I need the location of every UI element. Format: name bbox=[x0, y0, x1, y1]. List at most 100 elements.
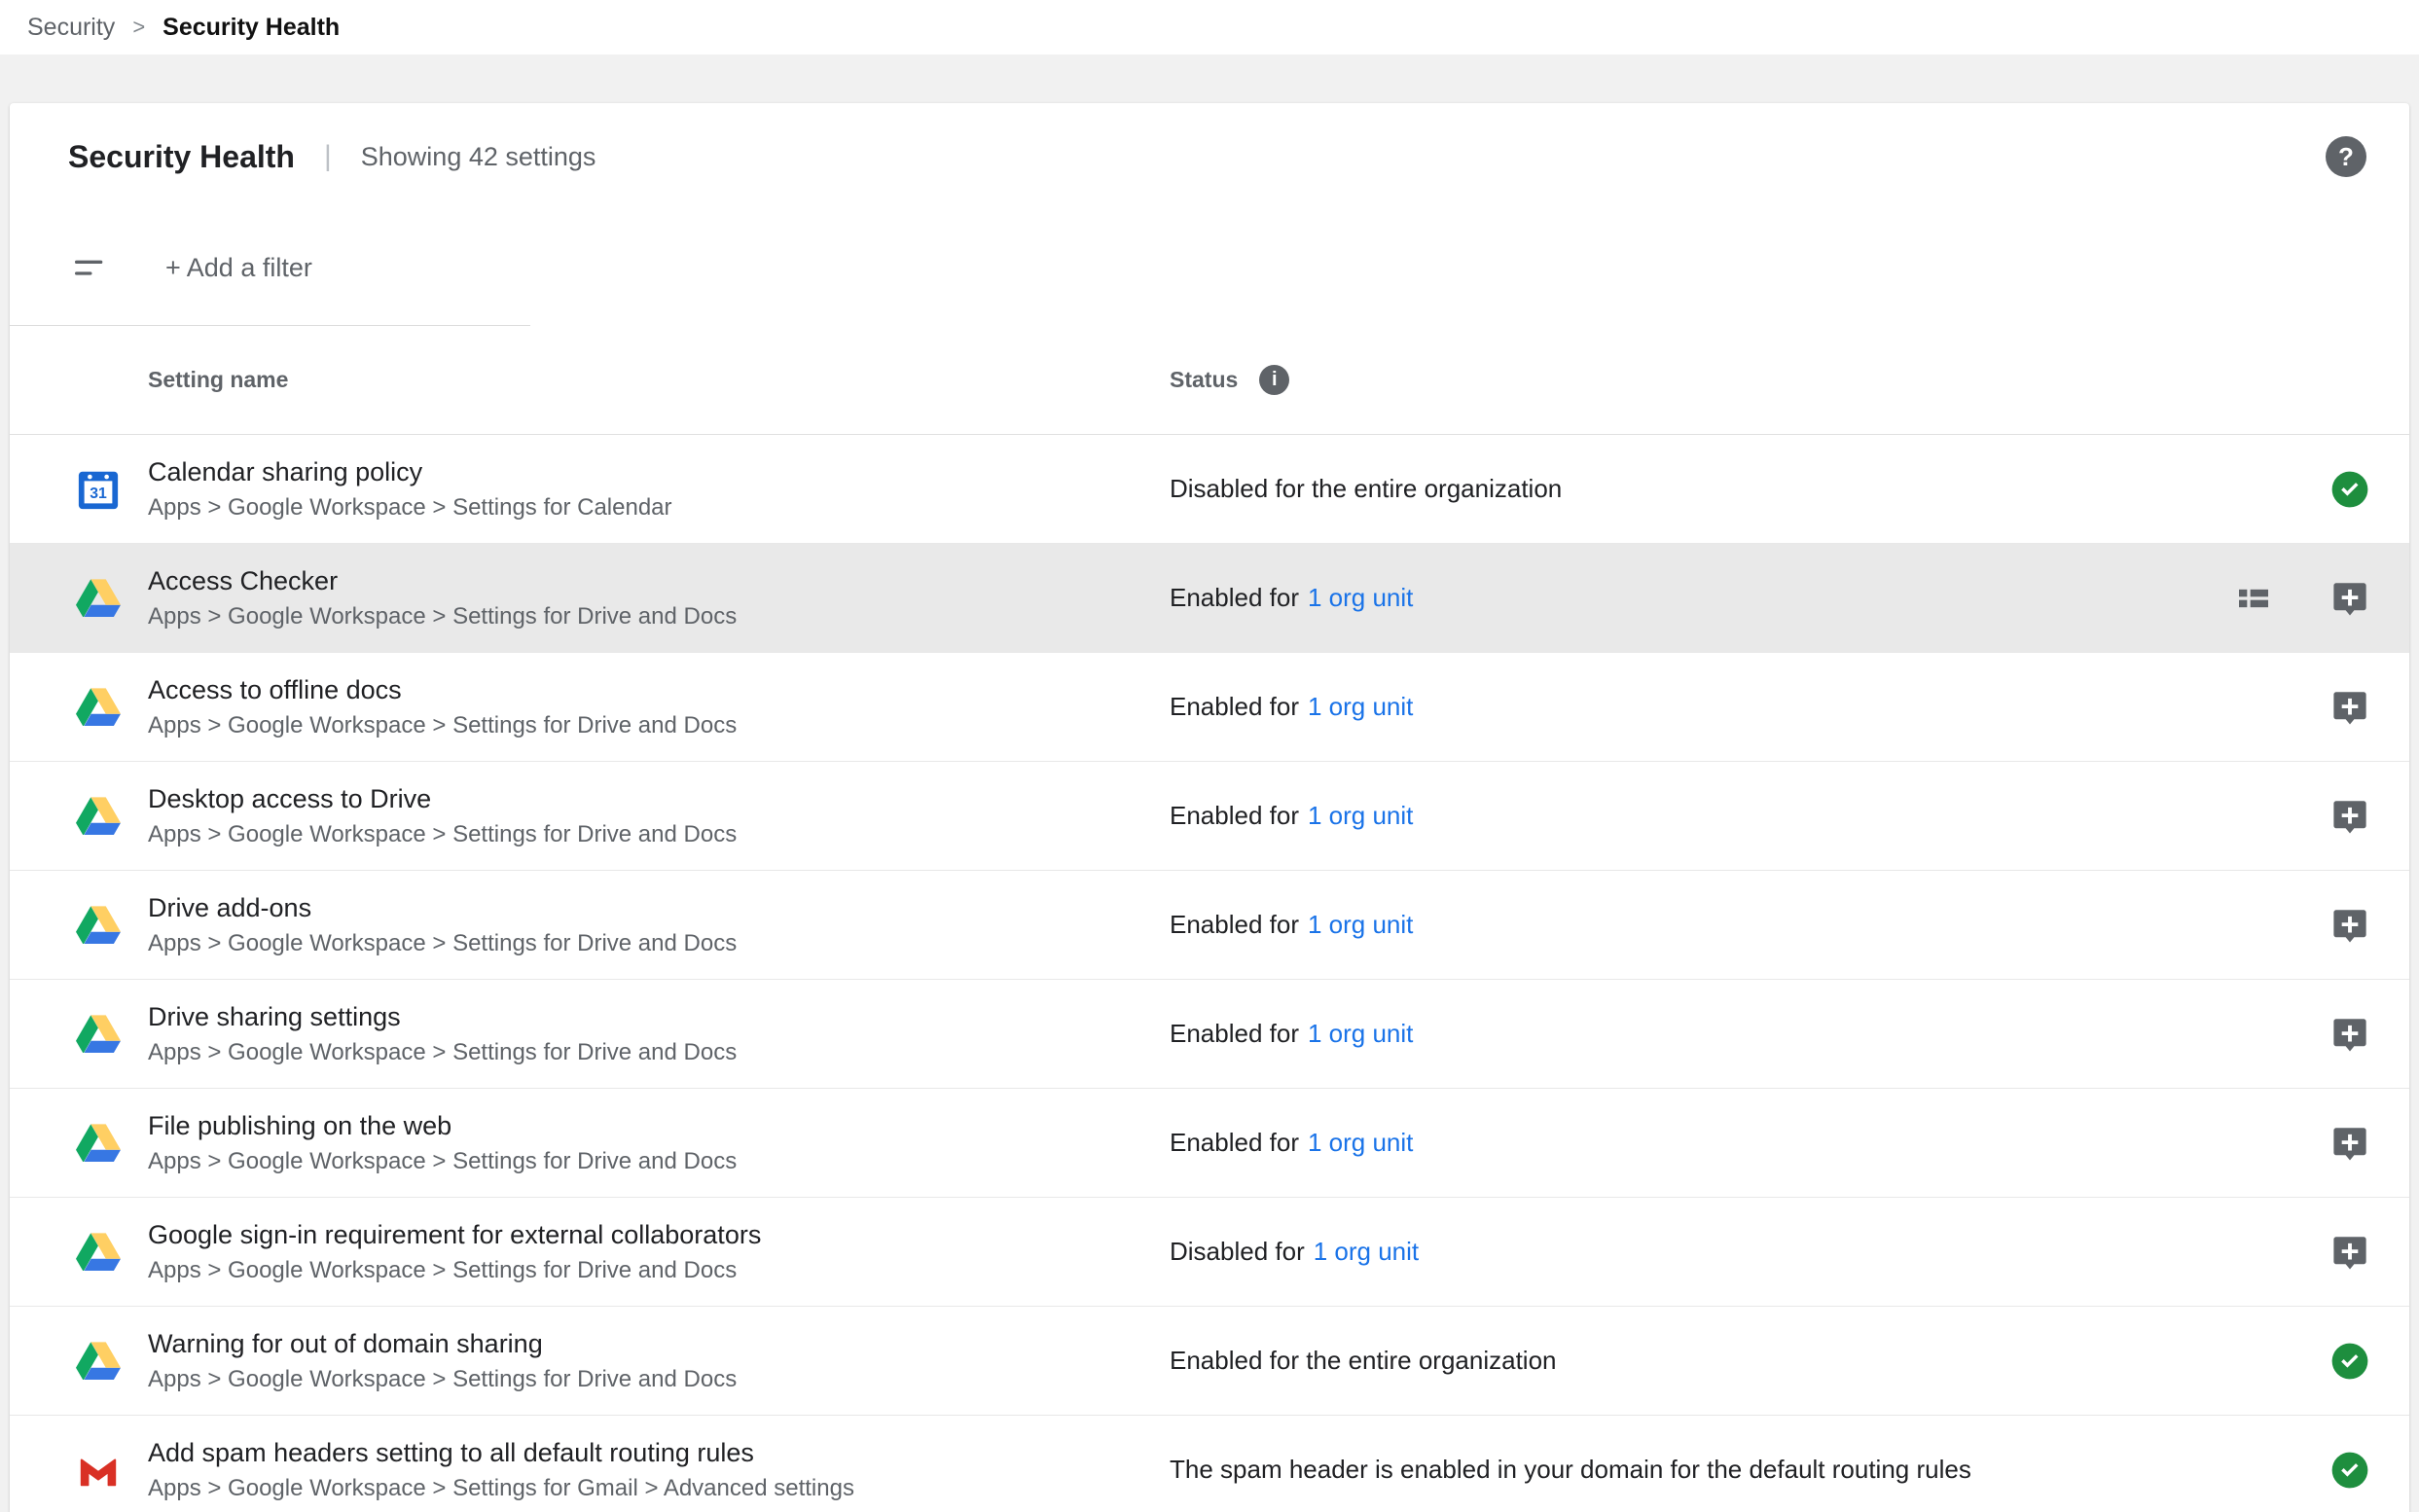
policy-details-icon bbox=[2234, 1015, 2273, 1054]
setting-path: Apps > Google Workspace > Settings for D… bbox=[148, 821, 737, 848]
column-status: Status i bbox=[1170, 365, 1289, 395]
settings-count: Showing 42 settings bbox=[361, 142, 596, 172]
setting-name[interactable]: Google sign-in requirement for external … bbox=[148, 1220, 761, 1250]
policy-details-icon bbox=[2234, 470, 2273, 509]
policy-details-icon bbox=[2234, 1451, 2273, 1490]
setting-path: Apps > Google Workspace > Settings for D… bbox=[148, 603, 737, 630]
status-cell: The spam header is enabled in your domai… bbox=[1170, 1455, 2234, 1485]
setting-name[interactable]: Access Checker bbox=[148, 566, 737, 596]
setting-path: Apps > Google Workspace > Settings for D… bbox=[148, 1039, 737, 1066]
table-row[interactable]: Warning for out of domain sharing Apps >… bbox=[10, 1307, 2409, 1416]
status-ok-icon bbox=[2329, 469, 2370, 510]
setting-name-block: Access to offline docs Apps > Google Wor… bbox=[148, 675, 737, 739]
recommendation-badge-icon[interactable] bbox=[2329, 1123, 2370, 1164]
status-cell: Enabled for 1 org unit bbox=[1170, 1019, 2234, 1049]
google-drive-icon bbox=[76, 1012, 121, 1057]
status-text: Enabled for the entire organization bbox=[1170, 1346, 1557, 1375]
row-actions bbox=[2234, 1450, 2409, 1491]
setting-cell: Google sign-in requirement for external … bbox=[10, 1220, 1170, 1284]
table-row[interactable]: Access Checker Apps > Google Workspace >… bbox=[10, 544, 2409, 653]
status-cell: Enabled for the entire organization bbox=[1170, 1346, 2234, 1376]
setting-name-block: Drive sharing settings Apps > Google Wor… bbox=[148, 1002, 737, 1066]
status-text: Enabled for bbox=[1170, 1019, 1299, 1048]
google-drive-icon bbox=[76, 576, 121, 621]
setting-path: Apps > Google Workspace > Settings for D… bbox=[148, 1148, 737, 1175]
column-status-label: Status bbox=[1170, 367, 1238, 393]
info-icon[interactable]: i bbox=[1259, 365, 1289, 395]
status-ok-icon bbox=[2329, 1450, 2370, 1491]
google-drive-icon bbox=[76, 685, 121, 730]
recommendation-badge-icon[interactable] bbox=[2329, 1014, 2370, 1055]
table-row[interactable]: 31 Calendar sharing policy Apps > Google… bbox=[10, 435, 2409, 544]
org-unit-link[interactable]: 1 org unit bbox=[1314, 1237, 1419, 1266]
recommendation-badge-icon[interactable] bbox=[2329, 905, 2370, 946]
org-unit-link[interactable]: 1 org unit bbox=[1308, 910, 1413, 939]
google-drive-icon bbox=[76, 794, 121, 839]
setting-name-block: Google sign-in requirement for external … bbox=[148, 1220, 761, 1284]
status-text: Enabled for bbox=[1170, 583, 1299, 612]
breadcrumb-security-health: Security Health bbox=[162, 14, 340, 42]
setting-path: Apps > Google Workspace > Settings for D… bbox=[148, 1366, 737, 1393]
table-row[interactable]: Drive sharing settings Apps > Google Wor… bbox=[10, 980, 2409, 1089]
status-text: Disabled for bbox=[1170, 1237, 1305, 1266]
google-drive-icon bbox=[76, 1121, 121, 1166]
setting-name[interactable]: Drive add-ons bbox=[148, 893, 737, 923]
row-actions bbox=[2234, 1232, 2409, 1273]
org-unit-link[interactable]: 1 org unit bbox=[1308, 1019, 1413, 1048]
setting-name[interactable]: Desktop access to Drive bbox=[148, 784, 737, 814]
setting-name[interactable]: Drive sharing settings bbox=[148, 1002, 737, 1032]
setting-name[interactable]: Calendar sharing policy bbox=[148, 457, 672, 487]
setting-cell: Add spam headers setting to all default … bbox=[10, 1438, 1170, 1502]
setting-path: Apps > Google Workspace > Settings for D… bbox=[148, 930, 737, 957]
setting-path: Apps > Google Workspace > Settings for D… bbox=[148, 1257, 761, 1284]
add-filter-button[interactable]: + Add a filter bbox=[165, 253, 312, 283]
org-unit-link[interactable]: 1 org unit bbox=[1308, 583, 1413, 612]
column-setting-name: Setting name bbox=[10, 367, 1170, 393]
filter-bar: + Add a filter bbox=[10, 210, 2409, 326]
status-text: Enabled for bbox=[1170, 801, 1299, 830]
setting-name[interactable]: File publishing on the web bbox=[148, 1111, 737, 1141]
setting-name[interactable]: Warning for out of domain sharing bbox=[148, 1329, 737, 1359]
setting-path: Apps > Google Workspace > Settings for G… bbox=[148, 1475, 854, 1502]
google-drive-icon bbox=[76, 1339, 121, 1384]
row-actions bbox=[2234, 1341, 2409, 1382]
status-text: Enabled for bbox=[1170, 910, 1299, 939]
recommendation-badge-icon[interactable] bbox=[2329, 578, 2370, 619]
recommendation-badge-icon[interactable] bbox=[2329, 1232, 2370, 1273]
setting-name-block: Access Checker Apps > Google Workspace >… bbox=[148, 566, 737, 630]
setting-name[interactable]: Access to offline docs bbox=[148, 675, 737, 705]
filter-icon[interactable] bbox=[70, 249, 109, 288]
recommendation-badge-icon[interactable] bbox=[2329, 687, 2370, 728]
google-drive-icon bbox=[76, 1230, 121, 1275]
table-row[interactable]: Add spam headers setting to all default … bbox=[10, 1416, 2409, 1512]
setting-cell: Warning for out of domain sharing Apps >… bbox=[10, 1329, 1170, 1393]
title-divider: | bbox=[324, 140, 332, 173]
setting-path: Apps > Google Workspace > Settings for C… bbox=[148, 494, 672, 522]
table-row[interactable]: Drive add-ons Apps > Google Workspace > … bbox=[10, 871, 2409, 980]
table-row[interactable]: File publishing on the web Apps > Google… bbox=[10, 1089, 2409, 1198]
policy-details-icon bbox=[2234, 1233, 2273, 1272]
org-unit-link[interactable]: 1 org unit bbox=[1308, 692, 1413, 721]
row-actions bbox=[2234, 796, 2409, 837]
setting-cell: 31 Calendar sharing policy Apps > Google… bbox=[10, 457, 1170, 522]
status-text: The spam header is enabled in your domai… bbox=[1170, 1455, 1971, 1484]
policy-details-icon bbox=[2234, 1124, 2273, 1163]
org-unit-link[interactable]: 1 org unit bbox=[1308, 801, 1413, 830]
policy-details-icon[interactable] bbox=[2234, 579, 2273, 618]
setting-cell: Drive sharing settings Apps > Google Wor… bbox=[10, 1002, 1170, 1066]
policy-details-icon bbox=[2234, 906, 2273, 945]
status-text: Enabled for bbox=[1170, 1128, 1299, 1157]
table-row[interactable]: Access to offline docs Apps > Google Wor… bbox=[10, 653, 2409, 762]
help-icon[interactable]: ? bbox=[2326, 136, 2366, 177]
setting-path: Apps > Google Workspace > Settings for D… bbox=[148, 712, 737, 739]
breadcrumb-security[interactable]: Security bbox=[27, 14, 115, 42]
policy-details-icon bbox=[2234, 688, 2273, 727]
setting-name[interactable]: Add spam headers setting to all default … bbox=[148, 1438, 854, 1468]
status-cell: Disabled for 1 org unit bbox=[1170, 1237, 2234, 1267]
table-row[interactable]: Google sign-in requirement for external … bbox=[10, 1198, 2409, 1307]
setting-name-block: Drive add-ons Apps > Google Workspace > … bbox=[148, 893, 737, 957]
recommendation-badge-icon[interactable] bbox=[2329, 796, 2370, 837]
org-unit-link[interactable]: 1 org unit bbox=[1308, 1128, 1413, 1157]
table-row[interactable]: Desktop access to Drive Apps > Google Wo… bbox=[10, 762, 2409, 871]
breadcrumb-separator-icon: > bbox=[132, 15, 145, 40]
